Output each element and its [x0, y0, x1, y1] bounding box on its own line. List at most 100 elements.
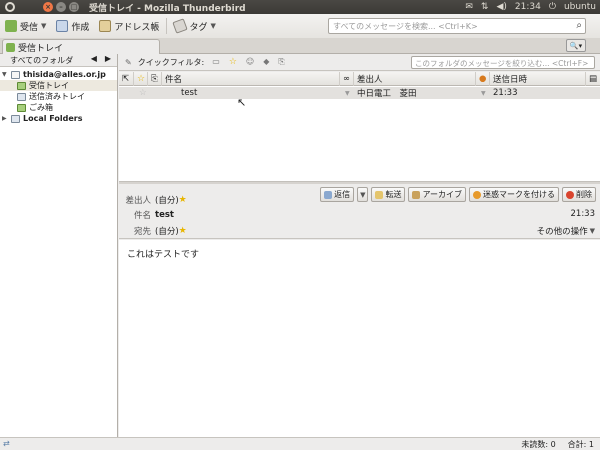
subject-column-header[interactable]: 件名 [161, 72, 339, 86]
message-body[interactable]: これはテストです [119, 240, 600, 437]
star-icon[interactable]: ★ [179, 195, 187, 205]
reply-icon [324, 190, 333, 199]
junk-status-icon[interactable]: ▼ [481, 87, 486, 99]
online-status-icon[interactable]: ⇄ [3, 439, 10, 448]
unread-filter-icon[interactable]: ▭ [212, 57, 220, 67]
chevron-down-icon: ▼ [360, 190, 366, 199]
thread-header: ⇱ ☆ ⎘ 件名 ∞ 差出人 ● 送信日時 ▤ [119, 72, 600, 86]
volume-icon[interactable]: ◀) [496, 2, 506, 12]
subject-header-label: 件名 [165, 75, 183, 85]
expand-icon[interactable]: ▶ [2, 115, 8, 122]
junk-label: 迷惑マークを付ける [483, 190, 555, 199]
star-icon[interactable]: ☆ [139, 87, 147, 99]
chevron-down-icon[interactable]: ▼ [41, 22, 46, 30]
folder-sent[interactable]: 送信済みトレイ [0, 91, 117, 102]
expand-icon[interactable]: ▼ [2, 71, 8, 78]
maximize-window-button[interactable]: □ [69, 2, 79, 12]
account-icon [11, 70, 20, 79]
delete-button[interactable]: 削除 [562, 187, 596, 202]
ubuntu-logo-icon[interactable] [5, 2, 15, 12]
total-count: 合計: 1 [567, 440, 594, 449]
message-action-buttons: 返信 ▼ 転送 アーカイブ 迷惑マークを付ける 削除 [320, 187, 596, 202]
chevron-left-icon[interactable]: ◀ [91, 54, 97, 63]
folder-view-nav: ◀ ▶ [91, 54, 111, 63]
folder-local[interactable]: ▶ Local Folders [0, 113, 117, 124]
other-actions-button[interactable]: その他の操作 ▼ [537, 225, 595, 237]
to-value[interactable]: (自分) [155, 225, 179, 237]
folder-label: ごみ箱 [29, 103, 53, 112]
app-menu-button[interactable]: 🔍▾ [566, 39, 586, 52]
reply-menu-button[interactable]: ▼ [357, 187, 369, 202]
header-to-row: 宛先 (自分) ★ [119, 225, 187, 237]
tag-icon [172, 18, 189, 34]
quick-filter-input[interactable]: このフォルダのメッセージを絞り込む... <Ctrl+F> [411, 56, 595, 69]
star-icon[interactable]: ★ [179, 226, 187, 236]
system-tray: ✉ ⇅ ◀) 21:34 ⏻ ubuntu [465, 0, 596, 14]
thread-column-icon[interactable]: ⇱ [119, 72, 133, 86]
folder-label: 送信済みトレイ [29, 92, 85, 101]
global-search-placeholder: すべてのメッセージを検索... <Ctrl+K> [333, 22, 478, 31]
subject-label: 件名 [133, 211, 151, 221]
unread-count: 未読数: 0 [521, 440, 556, 449]
power-icon[interactable]: ⏻ [549, 2, 556, 12]
tag-button[interactable]: タグ ▼ [169, 16, 220, 36]
minimize-window-button[interactable]: – [56, 2, 66, 12]
read-column-icon[interactable]: ∞ [339, 72, 353, 86]
quick-filter-buttons: ▭ ☆ ☺ ◆ ⎘ [212, 57, 285, 67]
sent-icon [17, 92, 26, 101]
chevron-right-icon[interactable]: ▶ [105, 54, 111, 63]
read-status-icon[interactable]: ▼ [345, 87, 350, 99]
search-icon[interactable]: ⌕ [576, 20, 582, 31]
close-window-button[interactable]: × [43, 2, 53, 12]
get-mail-label: 受信 [20, 22, 39, 33]
column-picker-icon[interactable]: ▤ [585, 72, 600, 86]
from-value[interactable]: (自分) [155, 194, 179, 206]
network-icon[interactable]: ⇅ [481, 2, 489, 12]
folder-inbox[interactable]: 受信トレイ [0, 80, 117, 91]
main-toolbar: 受信 ▼ 作成 アドレス帳 タグ ▼ すべてのメッセージを検索... <Ctrl… [0, 14, 600, 38]
address-book-button[interactable]: アドレス帳 [94, 16, 164, 36]
quick-filter-bar: ✎ クイックフィルタ: ▭ ☆ ☺ ◆ ⎘ このフォルダのメッセージを絞り込む.… [119, 54, 600, 71]
user-menu[interactable]: ubuntu [564, 2, 596, 12]
delete-icon [566, 190, 574, 199]
clock[interactable]: 21:34 [515, 2, 541, 12]
folder-trash[interactable]: ごみ箱 [0, 102, 117, 113]
write-button[interactable]: 作成 [51, 16, 94, 36]
folder-account[interactable]: ▼ thisida@alles.or.jp [0, 69, 117, 80]
system-top-panel: × – □ 受信トレイ - Mozilla Thunderbird ✉ ⇅ ◀)… [0, 0, 600, 14]
junk-column-icon[interactable]: ● [475, 72, 489, 86]
global-search-input[interactable]: すべてのメッセージを検索... <Ctrl+K> ⌕ [328, 18, 586, 34]
mail-indicator-icon[interactable]: ✉ [465, 2, 473, 12]
forward-icon [375, 190, 384, 199]
quick-filter-placeholder: このフォルダのメッセージを絞り込む... <Ctrl+F> [415, 59, 589, 68]
attachment-column-icon[interactable]: ⎘ [147, 72, 161, 86]
write-icon [56, 20, 69, 32]
quick-filter-label: クイックフィルタ: [137, 57, 205, 67]
tag-filter-icon[interactable]: ◆ [263, 57, 269, 67]
reply-button[interactable]: 返信 [320, 187, 355, 202]
tab-label: 受信トレイ [18, 43, 64, 54]
from-column-header[interactable]: 差出人 [353, 72, 475, 86]
date-column-header[interactable]: 送信日時 [489, 72, 585, 86]
star-column-icon[interactable]: ☆ [133, 72, 147, 86]
tab-bar: 受信トレイ 🔍▾ [0, 38, 600, 54]
address-book-label: アドレス帳 [114, 22, 160, 33]
attachment-filter-icon[interactable]: ⎘ [278, 57, 284, 67]
forward-button[interactable]: 転送 [371, 187, 406, 202]
tab-inbox[interactable]: 受信トレイ [2, 39, 160, 54]
get-mail-button[interactable]: 受信 ▼ [0, 16, 51, 36]
subject-value: test [155, 210, 174, 220]
contact-filter-icon[interactable]: ☺ [246, 57, 254, 67]
folder-pane-header[interactable]: すべてのフォルダ ◀ ▶ [0, 54, 117, 67]
archive-button[interactable]: アーカイブ [408, 187, 466, 202]
folder-label: 受信トレイ [29, 81, 69, 90]
date-header-label: 送信日時 [493, 75, 528, 85]
status-bar: ⇄ 未読数: 0 合計: 1 [0, 437, 600, 450]
forward-label: 転送 [385, 190, 402, 199]
message-date: 21:33 [493, 88, 518, 98]
table-row[interactable]: ☆ test ▼ 中日電工 菱田 ▼ 21:33 [119, 87, 600, 99]
starred-filter-icon[interactable]: ☆ [229, 57, 237, 67]
write-label: 作成 [71, 22, 90, 33]
junk-button[interactable]: 迷惑マークを付ける [469, 187, 559, 202]
pin-icon[interactable]: ✎ [125, 58, 132, 67]
